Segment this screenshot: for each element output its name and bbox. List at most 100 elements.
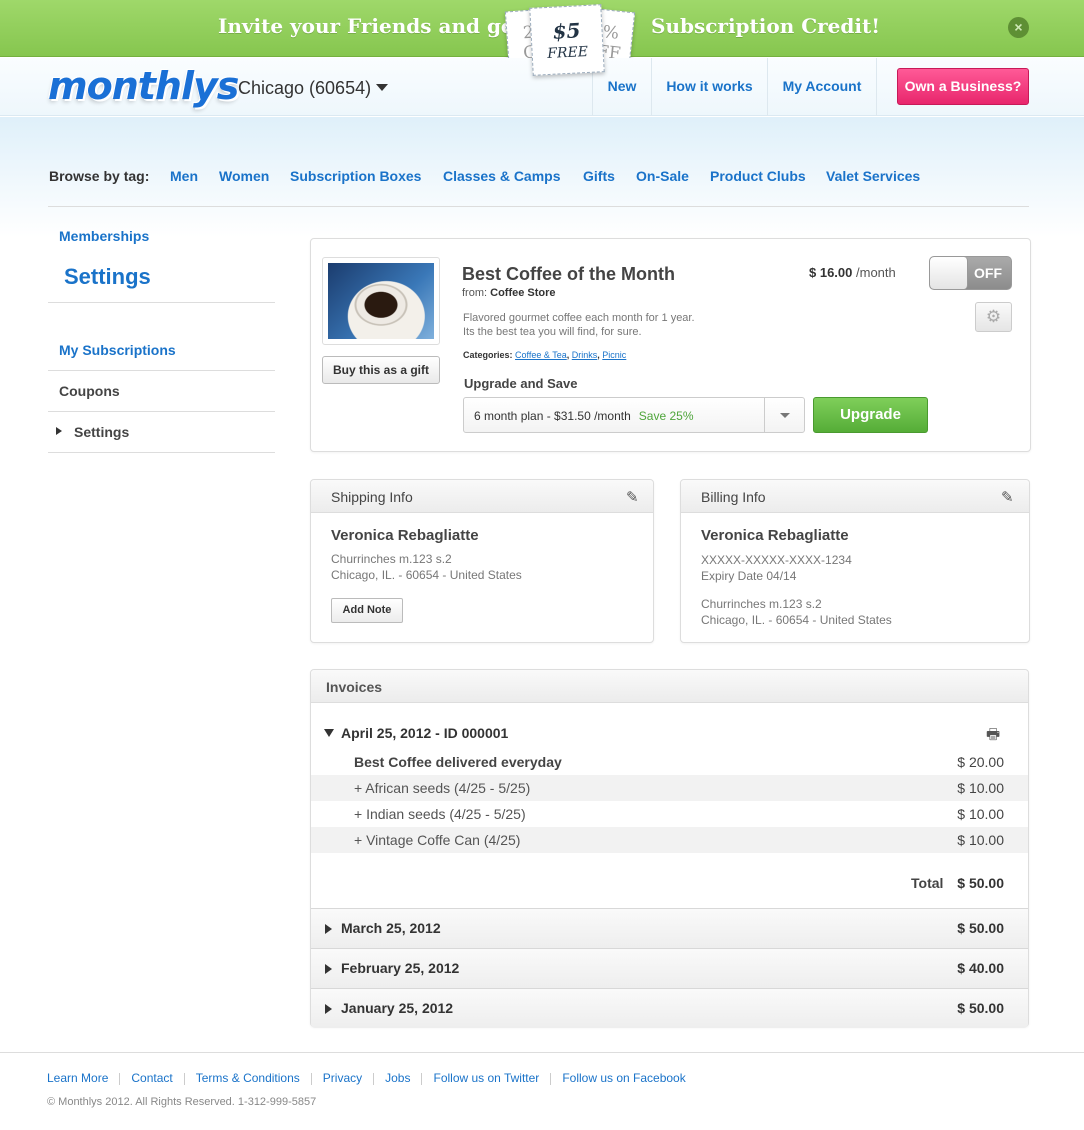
invoice-line-item: + African seeds (4/25 - 5/25) $ 10.00: [311, 775, 1028, 801]
shipping-info-header: Shipping Info ✎: [311, 480, 653, 513]
own-business-button[interactable]: Own a Business?: [897, 68, 1029, 105]
pencil-icon[interactable]: ✎: [1001, 488, 1014, 506]
tag-gifts[interactable]: Gifts: [583, 168, 615, 184]
tag-classes-camps[interactable]: Classes & Camps: [443, 168, 561, 184]
toggle-state: OFF: [974, 265, 1002, 281]
billing-info-header: Billing Info ✎: [681, 480, 1029, 513]
product-image-frame: [322, 257, 440, 345]
footer-contact[interactable]: Contact: [131, 1071, 172, 1085]
invoice-date: January 25, 2012: [341, 1000, 454, 1016]
close-icon[interactable]: ×: [1008, 17, 1029, 38]
divider: [48, 302, 275, 303]
buy-as-gift-button[interactable]: Buy this as a gift: [322, 356, 440, 384]
plan-text: 6 month plan - $31.50 /month: [474, 409, 631, 423]
chevron-down-icon: [780, 413, 790, 418]
invoice-date: March 25, 2012: [341, 920, 441, 936]
invoice-item-amount: $ 10.00: [957, 806, 1004, 822]
invoice-collapsed-row[interactable]: January 25, 2012 $ 50.00: [311, 988, 1028, 1028]
product-categories: Categories: Coffee & Tea, Drinks, Picnic: [463, 350, 627, 360]
print-icon[interactable]: 🖶: [986, 724, 1000, 749]
price-unit: /month: [856, 265, 896, 280]
product-description: Flavored gourmet coffee each month for 1…: [463, 311, 763, 339]
invoices-header: Invoices: [311, 670, 1028, 703]
footer-terms[interactable]: Terms & Conditions: [196, 1071, 300, 1085]
sidebar-memberships-link[interactable]: Memberships: [59, 228, 149, 244]
separator: [119, 1072, 121, 1085]
footer-privacy[interactable]: Privacy: [323, 1071, 362, 1085]
category-link[interactable]: Picnic: [602, 350, 626, 360]
invoice-open-date[interactable]: April 25, 2012 - ID 000001: [341, 725, 508, 741]
caret-down-icon[interactable]: [324, 729, 334, 737]
product-from: from: Coffee Store: [462, 287, 556, 299]
billing-name: Veronica Rebagliatte: [701, 527, 849, 544]
invoice-line-item: + Indian seeds (4/25 - 5/25) $ 10.00: [311, 801, 1028, 827]
monthlys-logo[interactable]: monthlys: [48, 64, 239, 108]
invoice-collapsed-row[interactable]: February 25, 2012 $ 40.00: [311, 948, 1028, 988]
footer-learn-more[interactable]: Learn More: [47, 1071, 108, 1085]
separator: [550, 1072, 552, 1085]
gear-icon[interactable]: ⚙: [975, 302, 1012, 332]
upgrade-label: Upgrade and Save: [464, 376, 578, 391]
plan-dropdown-toggle[interactable]: [764, 398, 804, 432]
description-line: Flavored gourmet coffee each month for 1…: [463, 312, 695, 324]
promo-banner[interactable]: Invite your Friends and get 2C % FF $5 FR…: [0, 0, 1084, 76]
banner-left-text: Invite your Friends and get: [218, 14, 523, 38]
coupon-tag-price: $5: [551, 18, 582, 44]
invoice-line-item: + Vintage Coffe Can (4/25) $ 10.00: [311, 827, 1028, 853]
subscription-toggle[interactable]: OFF: [929, 256, 1012, 290]
toggle-knob[interactable]: [930, 257, 968, 289]
footer-facebook[interactable]: Follow us on Facebook: [562, 1071, 685, 1085]
categories-label: Categories:: [463, 350, 513, 360]
billing-address-line: Chicago, IL. - 60654 - United States: [701, 613, 892, 627]
invoices-card: Invoices April 25, 2012 - ID 000001 🖶 Be…: [310, 669, 1029, 1028]
shipping-info-title: Shipping Info: [331, 489, 413, 505]
shipping-address-line: Churrinches m.123 s.2: [331, 552, 452, 566]
coffee-cup-image: [328, 263, 434, 339]
nav-my-account[interactable]: My Account: [767, 58, 877, 116]
invoice-collapsed-row[interactable]: March 25, 2012 $ 50.00: [311, 908, 1028, 948]
chevron-down-icon[interactable]: [376, 84, 388, 91]
coupon-tag: $5 FREE: [529, 4, 605, 76]
city-selector[interactable]: Chicago (60654): [238, 78, 371, 99]
tag-product-clubs[interactable]: Product Clubs: [710, 168, 806, 184]
divider: [48, 206, 1029, 207]
sidebar-item-coupons[interactable]: Coupons: [59, 383, 120, 399]
billing-expiry: Expiry Date 04/14: [701, 569, 797, 583]
category-link[interactable]: Coffee & Tea: [515, 350, 567, 360]
shipping-address-line: Chicago, IL. - 60654 - United States: [331, 568, 522, 582]
price-value: $ 16.00: [809, 265, 853, 280]
invoice-total-label: Total: [911, 875, 944, 891]
footer-jobs[interactable]: Jobs: [385, 1071, 410, 1085]
product-title[interactable]: Best Coffee of the Month: [462, 264, 675, 285]
divider: [48, 452, 275, 453]
separator: [421, 1072, 423, 1085]
store-name[interactable]: Coffee Store: [490, 287, 555, 299]
sidebar-item-settings[interactable]: Settings: [74, 424, 129, 440]
tag-men[interactable]: Men: [170, 168, 198, 184]
footer-twitter[interactable]: Follow us on Twitter: [433, 1071, 539, 1085]
billing-card-number: XXXXX-XXXXX-XXXX-1234: [701, 553, 852, 567]
invoice-amount: $ 50.00: [957, 1000, 1004, 1016]
add-note-button[interactable]: Add Note: [331, 598, 403, 623]
footer-divider: [0, 1052, 1084, 1053]
pencil-icon[interactable]: ✎: [626, 488, 639, 506]
invoice-amount: $ 40.00: [957, 960, 1004, 976]
separator: [373, 1072, 375, 1085]
billing-info-title: Billing Info: [701, 489, 766, 505]
tag-valet-services[interactable]: Valet Services: [826, 168, 920, 184]
shipping-name: Veronica Rebagliatte: [331, 527, 479, 544]
caret-right-icon: [325, 1004, 332, 1014]
nav-how-it-works[interactable]: How it works: [651, 58, 767, 116]
tag-women[interactable]: Women: [219, 168, 269, 184]
upgrade-button[interactable]: Upgrade: [813, 397, 928, 433]
plan-select[interactable]: 6 month plan - $31.50 /month Save 25%: [463, 397, 805, 433]
plan-selected-value: 6 month plan - $31.50 /month Save 25%: [474, 409, 693, 423]
tag-subscription-boxes[interactable]: Subscription Boxes: [290, 168, 421, 184]
tag-on-sale[interactable]: On-Sale: [636, 168, 689, 184]
category-link[interactable]: Drinks: [572, 350, 598, 360]
divider: [48, 411, 275, 412]
invoice-item-amount: $ 10.00: [957, 780, 1004, 796]
sidebar-item-my-subscriptions[interactable]: My Subscriptions: [59, 342, 176, 358]
footer-links: Learn More Contact Terms & Conditions Priva…: [47, 1071, 686, 1085]
invoice-total-amount: $ 50.00: [957, 875, 1004, 891]
